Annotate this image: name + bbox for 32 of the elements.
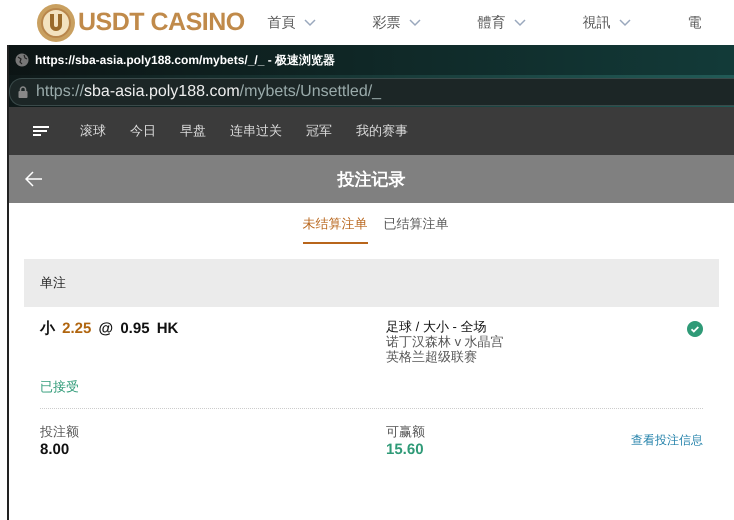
lock-icon [18,86,28,98]
site-nav-item[interactable]: 彩票 [372,14,478,32]
back-arrow-icon[interactable] [25,171,43,187]
app-nav-item[interactable]: 冠军 [306,122,332,140]
tab[interactable]: 已结算注单 [384,210,448,244]
league-text: 英格兰超级联赛 [386,349,478,364]
window-title: https://sba-asia.poly188.com/mybets/_/_ - 极速浏览器 [35,52,336,68]
market-text: 足球 / 大小 - 全场 [386,319,488,334]
logo-emblem-icon [36,2,76,42]
app-nav-item[interactable]: 连串过关 [230,122,282,140]
win-amount: 15.60 [386,441,425,458]
globe-icon [15,53,29,67]
address-field[interactable]: https://sba-asia.poly188.com/mybets/Unsettled/_ [9,78,734,106]
menu-icon[interactable] [33,126,49,136]
app-nav-item[interactable]: 早盘 [180,122,206,140]
view-details-link[interactable]: 查看投注信息 [631,432,703,449]
tab[interactable]: 未结算注单 [302,210,368,244]
match-text: 诺丁汉森林 v 水晶宫 [386,334,505,349]
page-title: 投注记录 [338,168,406,190]
stake-amount: 8.00 [40,441,70,458]
bet-status: 已接受 [40,378,703,409]
win-label: 可赢额 [386,423,426,441]
bet-type: 单注 [40,274,66,292]
bet-selection: 小 2.25 @ 0.95 HK [40,319,180,338]
app-nav-item[interactable]: 滚球 [80,122,106,140]
stake-label: 投注额 [40,423,80,441]
app-nav-item[interactable]: 今日 [130,122,156,140]
site-nav-item[interactable]: 視訊 [582,14,688,32]
site-nav-item[interactable]: 首頁 [268,14,373,32]
site-nav-item[interactable]: 體育 [478,14,583,32]
site-nav-item[interactable]: 電 [688,14,734,32]
app-nav-item[interactable]: 我的赛事 [356,122,408,140]
